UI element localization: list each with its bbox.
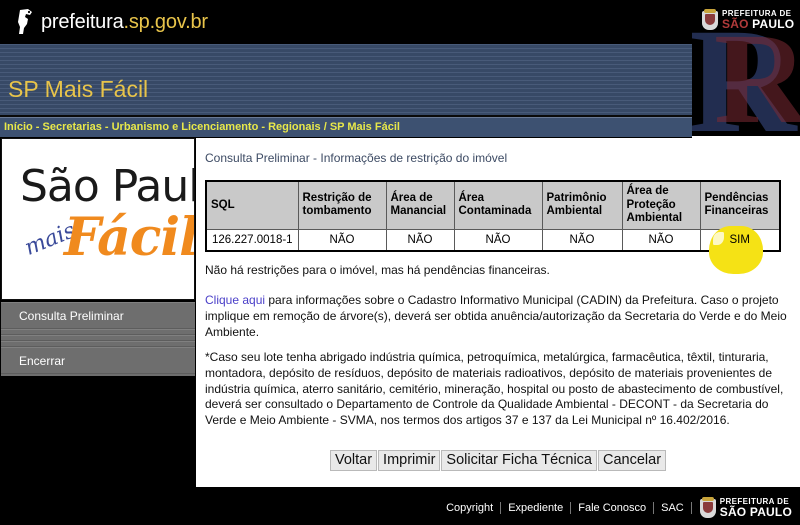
column-header-area-contaminada: Área Contaminada bbox=[453, 180, 543, 230]
cell-pendencias-financeiras-value: SIM bbox=[729, 233, 750, 246]
city-crest-icon bbox=[699, 496, 716, 518]
imprimir-button[interactable]: Imprimir bbox=[378, 450, 441, 471]
footer-link-sac[interactable]: SAC bbox=[654, 502, 691, 514]
sidebar-item-encerrar[interactable]: Encerrar bbox=[1, 347, 195, 374]
cell-pendencias-financeiras: SIM bbox=[699, 225, 781, 274]
result-message: Não há restrições para o imóvel, mas há … bbox=[205, 263, 550, 277]
prefeitura-badge: PREFEITURA DE SÃO PAULO bbox=[702, 8, 794, 31]
breadcrumb[interactable]: Início - Secretarias - Urbanismo e Licen… bbox=[0, 117, 692, 139]
main-content: Consulta Preliminar - Informações de res… bbox=[196, 138, 800, 487]
prefeitura-wordmark: PREFEITURA DE SÃO PAULO bbox=[722, 10, 794, 31]
prefeitura-line2-suffix: PAULO bbox=[746, 505, 792, 519]
cell-area-protecao-ambiental: NÃO bbox=[621, 228, 701, 252]
prefeitura-line2-prefix: SÃO bbox=[719, 505, 747, 519]
voltar-button[interactable]: Voltar bbox=[329, 450, 378, 471]
prefeitura-wordmark-footer: PREFEITURA DE SÃO PAULO bbox=[720, 498, 792, 519]
prefeitura-line2: SÃO PAULO bbox=[720, 506, 792, 518]
footer-link-copyright[interactable]: Copyright bbox=[439, 502, 500, 514]
cell-patrimonio-ambiental: NÃO bbox=[541, 228, 623, 252]
top-bar: prefeitura.sp.gov.br bbox=[0, 0, 800, 44]
prefeitura-line2-suffix: PAULO bbox=[748, 17, 795, 31]
page-root: prefeitura.sp.gov.br R R PREFEITURA DE S… bbox=[0, 0, 800, 525]
footer-link-fale-conosco[interactable]: Fale Conosco bbox=[571, 502, 653, 514]
table-header-row: SQL Restrição de tombamento Área de Mana… bbox=[205, 180, 781, 230]
column-header-area-manancial: Área de Manancial bbox=[385, 180, 455, 230]
brand-suffix: .sp.gov.br bbox=[123, 10, 209, 33]
logo-line-sao-paulo: São Paulo bbox=[20, 161, 194, 212]
page-title: SP Mais Fácil bbox=[8, 76, 149, 102]
footer-links: Copyright Expediente Fale Conosco SAC PR… bbox=[439, 496, 792, 519]
footer-link-expediente[interactable]: Expediente bbox=[501, 502, 570, 514]
cadin-paragraph-rest: para informações sobre o Cadastro Inform… bbox=[205, 293, 787, 339]
footer: Copyright Expediente Fale Conosco SAC PR… bbox=[0, 487, 800, 525]
cell-area-manancial: NÃO bbox=[385, 228, 455, 252]
content-title: Consulta Preliminar - Informações de res… bbox=[205, 151, 508, 165]
cancelar-button[interactable]: Cancelar bbox=[598, 450, 667, 471]
column-header-patrimonio-ambiental: Patrimônio Ambiental bbox=[541, 180, 623, 230]
footer-divider bbox=[690, 502, 692, 514]
solicitar-ficha-tecnica-button[interactable]: Solicitar Ficha Técnica bbox=[441, 450, 598, 471]
prefeitura-line2-prefix: SÃO bbox=[722, 17, 749, 31]
prefeitura-logo-footer: PREFEITURA DE SÃO PAULO bbox=[699, 496, 792, 519]
brand-prefix: prefeitura bbox=[41, 10, 124, 33]
sidebar-item-consulta-preliminar[interactable]: Consulta Preliminar bbox=[1, 302, 195, 329]
column-header-sql: SQL bbox=[205, 180, 299, 230]
cell-area-contaminada: NÃO bbox=[453, 228, 543, 252]
table-row: 126.227.0018-1 NÃO NÃO NÃO NÃO NÃO SIM bbox=[205, 225, 781, 274]
sidebar-item-label: Consulta Preliminar bbox=[19, 309, 124, 323]
cadin-link[interactable]: Clique aqui bbox=[205, 293, 265, 307]
sao-paulo-mark-icon bbox=[14, 8, 36, 36]
sp-mais-facil-logo: São Paulo mais Fácil bbox=[1, 138, 195, 300]
prefeitura-logo-header: R R PREFEITURA DE SÃO PAULO bbox=[692, 0, 800, 136]
brand-text: prefeitura.sp.gov.br bbox=[41, 11, 208, 34]
cell-restricao-tombamento: NÃO bbox=[297, 228, 387, 252]
sidebar-menu: Consulta Preliminar Encerrar bbox=[1, 302, 195, 376]
decont-note: *Caso seu lote tenha abrigado indústria … bbox=[205, 350, 784, 428]
breadcrumb-text[interactable]: Início - Secretarias - Urbanismo e Licen… bbox=[4, 121, 400, 133]
cell-sql: 126.227.0018-1 bbox=[205, 228, 299, 252]
watermark-letter-red: R bbox=[714, 7, 800, 136]
sidebar: São Paulo mais Fácil Consulta Preliminar… bbox=[0, 138, 196, 487]
restriction-table: SQL Restrição de tombamento Área de Mana… bbox=[205, 180, 781, 274]
action-button-row: Voltar Imprimir Solicitar Ficha Técnica Can… bbox=[196, 450, 800, 471]
prefeitura-line2: SÃO PAULO bbox=[722, 18, 794, 30]
content-bottom-gap bbox=[196, 478, 800, 487]
column-header-pendencias-financeiras: Pendências Financeiras bbox=[699, 180, 781, 230]
column-header-restricao-tombamento: Restrição de tombamento bbox=[297, 180, 387, 230]
page-banner: SP Mais Fácil bbox=[0, 44, 692, 117]
sidebar-item-label: Encerrar bbox=[19, 354, 66, 368]
column-header-area-protecao-ambiental: Área de Proteção Ambiental bbox=[621, 180, 701, 230]
cadin-paragraph: Clique aqui para informações sobre o Cad… bbox=[205, 293, 790, 340]
logo-line-facil: Fácil bbox=[64, 207, 195, 268]
site-brand[interactable]: prefeitura.sp.gov.br bbox=[14, 8, 208, 36]
city-crest-icon bbox=[702, 8, 718, 30]
